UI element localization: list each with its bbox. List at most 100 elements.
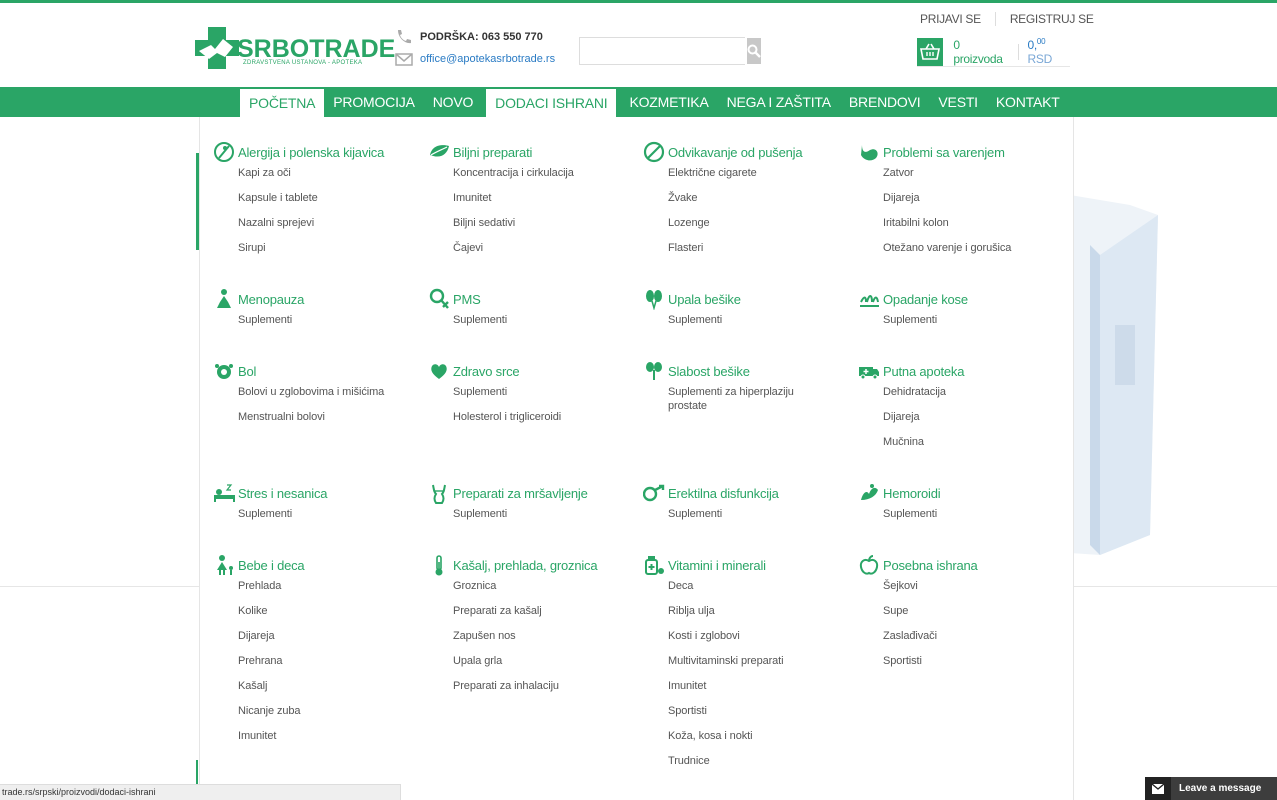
category-heading[interactable]: Opadanje kose	[857, 288, 1057, 310]
nav-item-novo[interactable]: NOVO	[424, 87, 482, 117]
subcategory-link[interactable]: Kapsule i tablete	[238, 191, 412, 205]
category-heading[interactable]: Putna apoteka	[857, 360, 1057, 382]
nav-item-kontakt[interactable]: KONTAKT	[987, 87, 1069, 117]
subcategory-link[interactable]: Deca	[668, 579, 842, 593]
category-heading[interactable]: Stres i nesanica	[212, 482, 412, 504]
subcategory-link[interactable]: Iritabilni kolon	[883, 216, 1057, 230]
category-title[interactable]: Erektilna disfunkcija	[668, 486, 779, 501]
subcategory-link[interactable]: Suplementi	[453, 313, 627, 327]
category-heading[interactable]: Vitamini i minerali	[642, 554, 842, 576]
nav-item-brendovi[interactable]: BRENDOVI	[840, 87, 930, 117]
subcategory-link[interactable]: Riblja ulja	[668, 604, 842, 618]
nav-item-početna[interactable]: POČETNA	[240, 89, 325, 117]
subcategory-link[interactable]: Kolike	[238, 604, 412, 618]
category-heading[interactable]: Menopauza	[212, 288, 412, 310]
support-email[interactable]: office@apotekasrbotrade.rs	[395, 51, 555, 67]
category-title[interactable]: Alergija i polenska kijavica	[238, 145, 384, 160]
category-heading[interactable]: Slabost bešike	[642, 360, 842, 382]
category-heading[interactable]: Odvikavanje od pušenja	[642, 141, 842, 163]
category-heading[interactable]: Kašalj, prehlada, groznica	[427, 554, 627, 576]
subcategory-link[interactable]: Dijareja	[883, 410, 1057, 424]
category-title[interactable]: Hemoroidi	[883, 486, 941, 501]
category-heading[interactable]: Problemi sa varenjem	[857, 141, 1057, 163]
category-heading[interactable]: Zdravo srce	[427, 360, 627, 382]
subcategory-link[interactable]: Zaslađivači	[883, 629, 1057, 643]
subcategory-link[interactable]: Biljni sedativi	[453, 216, 627, 230]
category-title[interactable]: Bebe i deca	[238, 558, 305, 573]
subcategory-link[interactable]: Suplementi	[453, 507, 627, 521]
category-heading[interactable]: Erektilna disfunkcija	[642, 482, 842, 504]
subcategory-link[interactable]: Šejkovi	[883, 579, 1057, 593]
subcategory-link[interactable]: Koncentracija i cirkulacija	[453, 166, 627, 180]
basket-icon[interactable]	[917, 37, 944, 66]
category-title[interactable]: Problemi sa varenjem	[883, 145, 1005, 160]
category-title[interactable]: Vitamini i minerali	[668, 558, 766, 573]
subcategory-link[interactable]: Mučnina	[883, 435, 1057, 449]
search-input[interactable]	[580, 38, 747, 64]
subcategory-link[interactable]: Imunitet	[668, 679, 842, 693]
subcategory-link[interactable]: Bolovi u zglobovima i mišićima	[238, 385, 412, 399]
category-title[interactable]: Stres i nesanica	[238, 486, 327, 501]
subcategory-link[interactable]: Preparati za inhalaciju	[453, 679, 627, 693]
category-heading[interactable]: Alergija i polenska kijavica	[212, 141, 412, 163]
subcategory-link[interactable]: Sirupi	[238, 241, 412, 255]
subcategory-link[interactable]: Prehlada	[238, 579, 412, 593]
subcategory-link[interactable]: Zatvor	[883, 166, 1057, 180]
category-heading[interactable]: PMS	[427, 288, 627, 310]
subcategory-link[interactable]: Suplementi	[668, 507, 842, 521]
subcategory-link[interactable]: Groznica	[453, 579, 627, 593]
category-heading[interactable]: Posebna ishrana	[857, 554, 1057, 576]
subcategory-link[interactable]: Nicanje zuba	[238, 704, 412, 718]
subcategory-link[interactable]: Žvake	[668, 191, 842, 205]
subcategory-link[interactable]: Supe	[883, 604, 1057, 618]
category-heading[interactable]: Bebe i deca	[212, 554, 412, 576]
category-heading[interactable]: Hemoroidi	[857, 482, 1057, 504]
subcategory-link[interactable]: Imunitet	[238, 729, 412, 743]
category-title[interactable]: Slabost bešike	[668, 364, 750, 379]
subcategory-link[interactable]: Kašalj	[238, 679, 412, 693]
subcategory-link[interactable]: Dijareja	[238, 629, 412, 643]
leave-message-button[interactable]: Leave a message	[1145, 777, 1277, 800]
category-title[interactable]: Bol	[238, 364, 256, 379]
subcategory-link[interactable]: Imunitet	[453, 191, 627, 205]
subcategory-link[interactable]: Zapušen nos	[453, 629, 627, 643]
search-button[interactable]	[747, 38, 761, 64]
subcategory-link[interactable]: Sportisti	[883, 654, 1057, 668]
subcategory-link[interactable]: Multivitaminski preparati	[668, 654, 842, 668]
category-title[interactable]: Opadanje kose	[883, 292, 968, 307]
subcategory-link[interactable]: Flasteri	[668, 241, 842, 255]
subcategory-link[interactable]: Suplementi	[238, 313, 412, 327]
category-title[interactable]: Menopauza	[238, 292, 304, 307]
category-title[interactable]: Kašalj, prehlada, groznica	[453, 558, 598, 573]
nav-item-vesti[interactable]: VESTI	[929, 87, 986, 117]
subcategory-link[interactable]: Kapi za oči	[238, 166, 412, 180]
category-title[interactable]: Preparati za mršavljenje	[453, 486, 588, 501]
subcategory-link[interactable]: Prehrana	[238, 654, 412, 668]
category-title[interactable]: Upala bešike	[668, 292, 741, 307]
subcategory-link[interactable]: Kosti i zglobovi	[668, 629, 842, 643]
category-title[interactable]: Posebna ishrana	[883, 558, 978, 573]
nav-item-dodaci-ishrani[interactable]: DODACI ISHRANI	[486, 89, 617, 117]
subcategory-link[interactable]: Suplementi	[453, 385, 627, 399]
subcategory-link[interactable]: Trudnice	[668, 754, 842, 768]
subcategory-link[interactable]: Dehidratacija	[883, 385, 1057, 399]
login-link[interactable]: PRIJAVI SE	[920, 12, 981, 26]
subcategory-link[interactable]: Dijareja	[883, 191, 1057, 205]
email-link[interactable]: office@apotekasrbotrade.rs	[420, 53, 555, 65]
subcategory-link[interactable]: Nazalni sprejevi	[238, 216, 412, 230]
category-title[interactable]: Odvikavanje od pušenja	[668, 145, 803, 160]
category-title[interactable]: Putna apoteka	[883, 364, 964, 379]
subcategory-link[interactable]: Koža, kosa i nokti	[668, 729, 842, 743]
subcategory-link[interactable]: Sportisti	[668, 704, 842, 718]
nav-item-promocija[interactable]: PROMOCIJA	[324, 87, 423, 117]
subcategory-link[interactable]: Upala grla	[453, 654, 627, 668]
subcategory-link[interactable]: Lozenge	[668, 216, 842, 230]
subcategory-link[interactable]: Holesterol i trigliceroidi	[453, 410, 627, 424]
subcategory-link[interactable]: Menstrualni bolovi	[238, 410, 412, 424]
nav-item-kozmetika[interactable]: KOZMETIKA	[620, 87, 717, 117]
subcategory-link[interactable]: Otežano varenje i gorušica	[883, 241, 1057, 255]
brand-logo[interactable]: SRBOTRADE ZDRAVSTVENA USTANOVA - APOTEKA	[195, 27, 395, 71]
category-title[interactable]: PMS	[453, 292, 481, 307]
subcategory-link[interactable]: Suplementi	[238, 507, 412, 521]
subcategory-link[interactable]: Suplementi za hiperplaziju prostate	[668, 385, 808, 413]
